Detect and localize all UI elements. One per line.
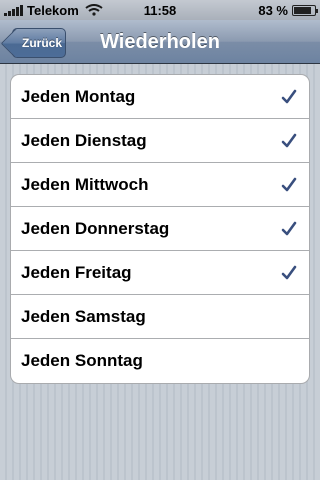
day-row[interactable]: Jeden Sonntag bbox=[11, 339, 309, 383]
day-row[interactable]: Jeden Mittwoch bbox=[11, 163, 309, 207]
checkmark-icon bbox=[281, 177, 297, 191]
day-label: Jeden Mittwoch bbox=[21, 174, 149, 194]
day-label: Jeden Freitag bbox=[21, 262, 132, 282]
day-row[interactable]: Jeden Montag bbox=[11, 75, 309, 119]
day-label: Jeden Donnerstag bbox=[21, 218, 170, 238]
status-bar: Telekom 11:58 83 % bbox=[0, 0, 320, 20]
navigation-bar: Zurück Wiederholen bbox=[0, 20, 320, 64]
wifi-icon bbox=[85, 4, 103, 16]
day-label: Jeden Dienstag bbox=[21, 130, 147, 150]
checkmark-icon bbox=[281, 89, 297, 103]
day-row[interactable]: Jeden Samstag bbox=[11, 295, 309, 339]
repeat-day-list: Jeden Montag Jeden Dienstag Jeden Mittwoch… bbox=[10, 74, 310, 384]
battery-percent: 83 % bbox=[258, 2, 288, 18]
day-label: Jeden Sonntag bbox=[21, 351, 143, 370]
carrier-name: Telekom bbox=[27, 2, 79, 18]
day-row[interactable]: Jeden Donnerstag bbox=[11, 207, 309, 251]
checkmark-icon bbox=[281, 133, 297, 147]
back-button[interactable]: Zurück bbox=[12, 28, 66, 58]
day-row[interactable]: Jeden Dienstag bbox=[11, 119, 309, 163]
signal-strength-icon bbox=[4, 4, 23, 16]
day-label: Jeden Samstag bbox=[21, 306, 146, 326]
checkmark-icon bbox=[281, 221, 297, 235]
day-row[interactable]: Jeden Freitag bbox=[11, 251, 309, 295]
battery-icon bbox=[292, 4, 318, 16]
day-label: Jeden Montag bbox=[21, 86, 136, 106]
checkmark-icon bbox=[281, 265, 297, 279]
